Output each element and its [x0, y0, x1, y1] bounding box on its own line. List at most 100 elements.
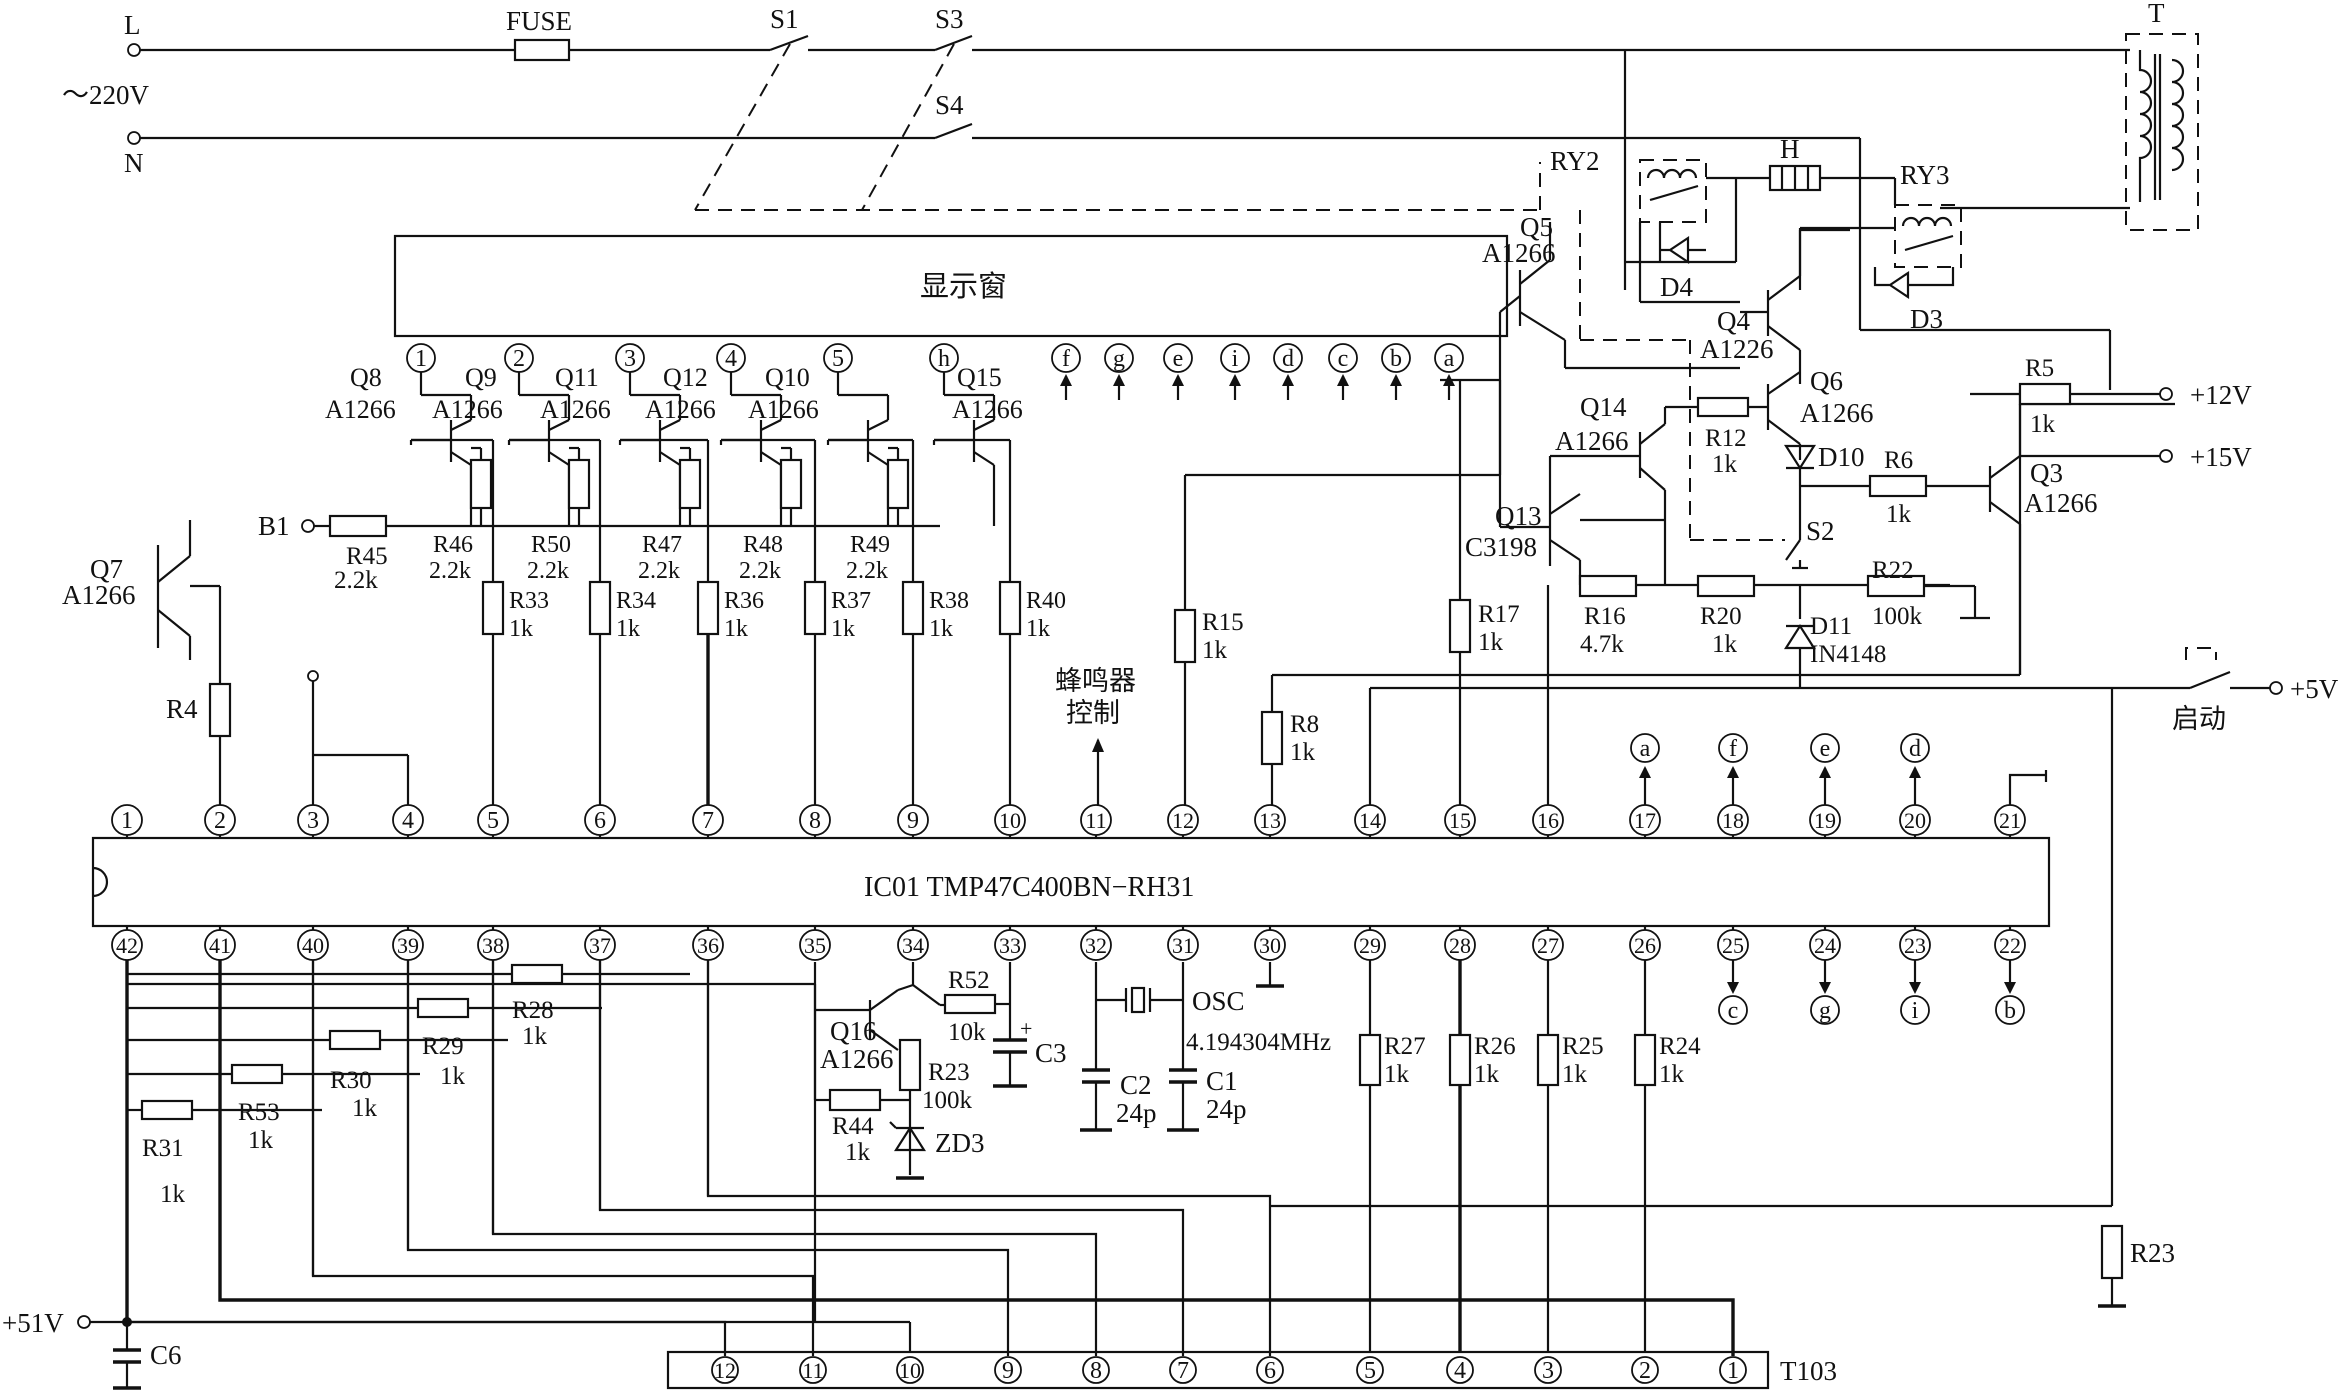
- ground-pin21: [2008, 770, 2048, 805]
- label-r46: R46: [433, 532, 473, 558]
- resistor-r52: [943, 993, 997, 1015]
- ic-pin-7-label: 7: [702, 808, 714, 834]
- resistor-r48: [779, 458, 803, 510]
- resistor-r40: [998, 580, 1022, 636]
- ic-pin-25-label: 25: [1722, 933, 1744, 958]
- value-r49: 2.2k: [846, 558, 888, 584]
- display-window: 显示窗: [393, 234, 1509, 338]
- value-r34: 1k: [616, 616, 640, 642]
- label-c6: C6: [150, 1340, 182, 1370]
- ic-pin-24-label: 24: [1814, 933, 1836, 958]
- ic-pin-29-label: 29: [1359, 933, 1381, 958]
- part-q3: A1266: [2024, 488, 2098, 518]
- label-q12: Q12: [663, 363, 708, 392]
- label-zd3: ZD3: [935, 1128, 985, 1158]
- label-r15: R15: [1202, 609, 1244, 636]
- resistor-r37: [803, 580, 827, 636]
- resistor-r23: [898, 1038, 922, 1092]
- resistor-r6: [1868, 474, 1928, 498]
- resistor-r46: [469, 458, 493, 510]
- label-q16: Q16: [830, 1016, 877, 1046]
- label-c1: C1: [1206, 1066, 1238, 1096]
- value-r28: 1k: [522, 1023, 548, 1050]
- value-r45: 2.2k: [334, 567, 378, 594]
- label-q13: Q13: [1495, 501, 1542, 531]
- ic-pin-39-label: 39: [397, 933, 419, 958]
- label-r47: R47: [642, 532, 682, 558]
- label-r38: R38: [929, 588, 969, 614]
- label-q8: Q8: [350, 363, 382, 392]
- arrow-down-icon: [2004, 982, 2016, 994]
- arrow-up-icon: [1337, 374, 1349, 386]
- connector-pin-7-label: 7: [1177, 1358, 1189, 1384]
- r23-right: R23: [2098, 1224, 2175, 1308]
- connector-t103: T103: [666, 1350, 1837, 1390]
- label-r36: R36: [724, 588, 764, 614]
- buzzer-line2: 控制: [1066, 698, 1120, 729]
- test-point: [307, 670, 319, 682]
- schematic-canvas: L N ～220V FUSE S1 S3 S4 T RY2 H D4 RY3 D…: [0, 0, 2344, 1392]
- resistor-r23b: [2100, 1224, 2124, 1280]
- terminal-n: [127, 131, 141, 145]
- ic-pin-37-label: 37: [589, 933, 611, 958]
- connector-trace: [311, 960, 815, 1356]
- arrow-up-icon: [1819, 766, 1831, 778]
- value-c2: 24p: [1116, 1098, 1157, 1128]
- label-r44: R44: [832, 1113, 874, 1140]
- label-c2: C2: [1120, 1070, 1152, 1100]
- label-r12: R12: [1705, 425, 1747, 452]
- label-r29: R29: [422, 1033, 464, 1060]
- value-r29: 1k: [440, 1063, 466, 1090]
- label-c3: C3: [1035, 1038, 1067, 1068]
- display-grid-h-label: h: [938, 346, 950, 372]
- plus-c3: +: [1020, 1016, 1032, 1041]
- connector-pin-12-label: 12: [714, 1358, 736, 1383]
- ic-seg-top-a-label: a: [1640, 736, 1651, 762]
- ic-pin-22-label: 22: [1999, 933, 2021, 958]
- fuse: [513, 38, 571, 62]
- label-n: N: [124, 148, 144, 178]
- ic-pin-3-label: 3: [307, 808, 319, 834]
- part-q12: A1266: [645, 395, 716, 424]
- ic-pin-19-label: 19: [1814, 808, 1836, 833]
- part-q13: C3198: [1465, 532, 1537, 562]
- label-r23: R23: [928, 1059, 970, 1086]
- label-r25: R25: [1562, 1033, 1604, 1060]
- connector-pin-2-label: 2: [1639, 1358, 1651, 1384]
- resistor-r30: [328, 1029, 382, 1051]
- resistor-r27: [1358, 1033, 1382, 1087]
- label-5v: +5V: [2290, 674, 2339, 704]
- resistor-r44: [828, 1088, 882, 1112]
- resistor-r33: [481, 580, 505, 636]
- ic-pin-28-label: 28: [1449, 933, 1471, 958]
- label-b1: B1: [258, 511, 290, 541]
- ic-seg-bot-g-label: g: [1819, 998, 1831, 1024]
- value-r25: 1k: [1562, 1061, 1588, 1088]
- ic-pin-2-label: 2: [214, 808, 226, 834]
- ic-pin-8-label: 8: [809, 808, 821, 834]
- arrow-up-icon: [1172, 374, 1184, 386]
- terminal-5v: [2269, 681, 2283, 695]
- label-r17: R17: [1478, 601, 1520, 628]
- label-q4: Q4: [1717, 306, 1750, 336]
- arrow-down-icon: [1819, 982, 1831, 994]
- value-r26: 1k: [1474, 1061, 1500, 1088]
- resistor-r28: [510, 963, 564, 985]
- display-seg-g-label: g: [1113, 346, 1125, 372]
- ic-seg-top-f-label: f: [1729, 736, 1737, 762]
- label-l: L: [124, 10, 141, 40]
- value-r12: 1k: [1712, 451, 1738, 478]
- connector-pin-6-label: 6: [1264, 1358, 1276, 1384]
- ic-pin-16-label: 16: [1537, 808, 1559, 833]
- crystal: [1130, 986, 1146, 1014]
- ic-pin-5-label: 5: [487, 808, 499, 834]
- value-r37: 1k: [831, 616, 855, 642]
- value-r53: 1k: [248, 1127, 274, 1154]
- switch-s1: [769, 34, 809, 52]
- display-grid-3-label: 3: [624, 346, 636, 372]
- terminal-15v: [2159, 449, 2173, 463]
- label-r53: R53: [238, 1099, 280, 1126]
- value-r22: 100k: [1872, 603, 1923, 630]
- label-q11: Q11: [555, 363, 599, 392]
- label-t103: T103: [1780, 1356, 1837, 1386]
